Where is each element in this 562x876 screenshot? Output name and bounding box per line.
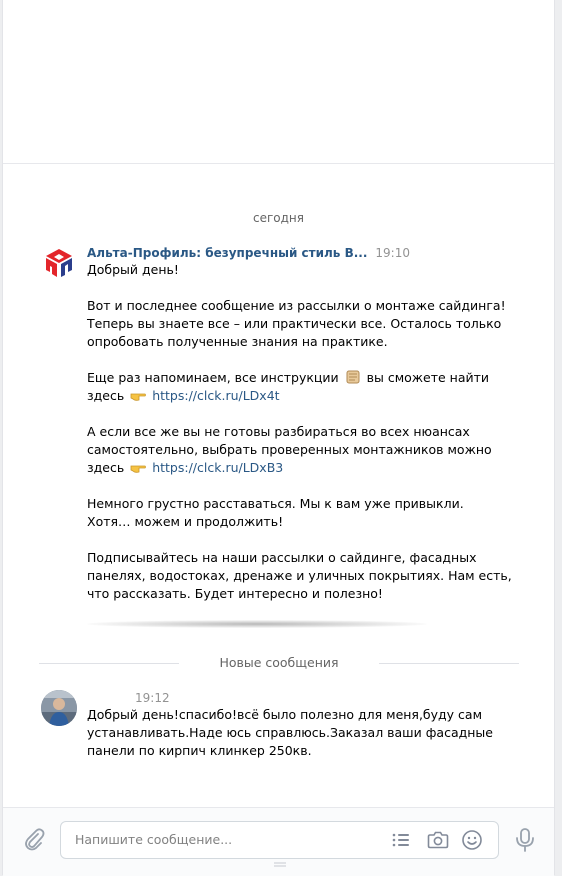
message-divider-shadow	[87, 620, 427, 628]
resize-grip-icon[interactable]	[274, 862, 286, 868]
user-photo-icon	[41, 690, 77, 726]
message-item: Альта-Профиль: безупречный стиль В... 19:…	[41, 245, 512, 605]
message-input[interactable]: Напишите сообщение...	[60, 821, 499, 859]
message-link[interactable]: https://clck.ru/LDx4t	[152, 388, 279, 403]
message-text: Добрый день!спасибо!всё было полезно для…	[87, 706, 512, 760]
user-avatar[interactable]	[41, 690, 77, 726]
message-line: Теперь вы знаете все – или практически в…	[87, 316, 502, 331]
message-line: А если все же вы не готовы разбираться в…	[87, 424, 470, 439]
message-line: Еще раз напоминаем, все инструкции	[87, 370, 339, 385]
message-line: устанавливать.Наде юсь справлюсь.Заказал…	[87, 725, 493, 740]
templates-list-icon[interactable]	[391, 830, 411, 850]
message-paragraph: А если все же вы не готовы разбираться в…	[87, 423, 512, 477]
message-line: что рассказать. Будет интересно и полезн…	[87, 586, 383, 601]
separator-line	[379, 663, 519, 664]
message-input-placeholder: Напишите сообщение...	[75, 832, 233, 847]
message-author[interactable]: Альта-Профиль: безупречный стиль В...	[87, 246, 367, 260]
message-line: Немного грустно расставаться. Мы к вам у…	[87, 496, 464, 511]
message-time[interactable]: 19:10	[375, 246, 410, 260]
message-paragraph: Подписывайтесь на наши рассылки о сайдин…	[87, 549, 512, 603]
history-header-area	[3, 0, 554, 164]
message-line: самостоятельно, выбрать проверенных монт…	[87, 442, 492, 457]
message-line: Добрый день!спасибо!всё было полезно для…	[87, 707, 483, 722]
message-header: 19:12	[87, 690, 170, 706]
alta-profil-logo-avatar[interactable]	[41, 245, 77, 281]
scroll-emoji-icon	[346, 370, 360, 384]
message-line: вы сможете найти	[366, 370, 490, 385]
chat-window: сегодня Альта-Профиль: безупречный стиль…	[2, 0, 555, 876]
message-line: здесь	[87, 460, 125, 475]
message-line: Подписывайтесь на наши рассылки о сайдин…	[87, 550, 477, 565]
message-paragraph: Немного грустно расставаться. Мы к вам у…	[87, 495, 512, 531]
pointing-hand-emoji-icon	[130, 465, 147, 473]
message-item: 19:12 Добрый день!спасибо!всё было полез…	[41, 690, 511, 770]
paperclip-icon[interactable]	[23, 828, 45, 852]
message-link[interactable]: https://clck.ru/LDxB3	[152, 460, 283, 475]
microphone-icon[interactable]	[515, 827, 535, 853]
message-line: Вот и последнее сообщение из рассылки о …	[87, 298, 506, 313]
message-paragraph: Еще раз напоминаем, все инструкции вы см…	[87, 369, 512, 405]
alta-profil-logo-icon	[46, 249, 72, 277]
new-messages-separator: Новые сообщения	[39, 655, 519, 671]
message-line: панелях, водостоках, дренаже и уличных п…	[87, 568, 512, 583]
message-header: Альта-Профиль: безупречный стиль В... 19:…	[87, 245, 410, 261]
pointing-hand-emoji-icon	[130, 393, 147, 401]
message-composer: Напишите сообщение...	[3, 807, 554, 876]
message-line: Добрый день!	[87, 262, 179, 277]
message-paragraph: Вот и последнее сообщение из рассылки о …	[87, 297, 512, 351]
message-paragraph: Добрый день!	[87, 261, 512, 279]
message-line: опробовать полученные знания на практике…	[87, 334, 388, 349]
message-time[interactable]: 19:12	[135, 691, 170, 705]
date-separator: сегодня	[253, 211, 304, 225]
camera-icon[interactable]	[427, 830, 449, 850]
message-text: Добрый день! Вот и последнее сообщение и…	[87, 261, 512, 621]
message-line: Хотя… можем и продолжить!	[87, 514, 284, 529]
emoji-icon[interactable]	[461, 829, 483, 851]
message-line: панели по кирпич клинкер 250кв.	[87, 743, 312, 758]
message-line: здесь	[87, 388, 125, 403]
